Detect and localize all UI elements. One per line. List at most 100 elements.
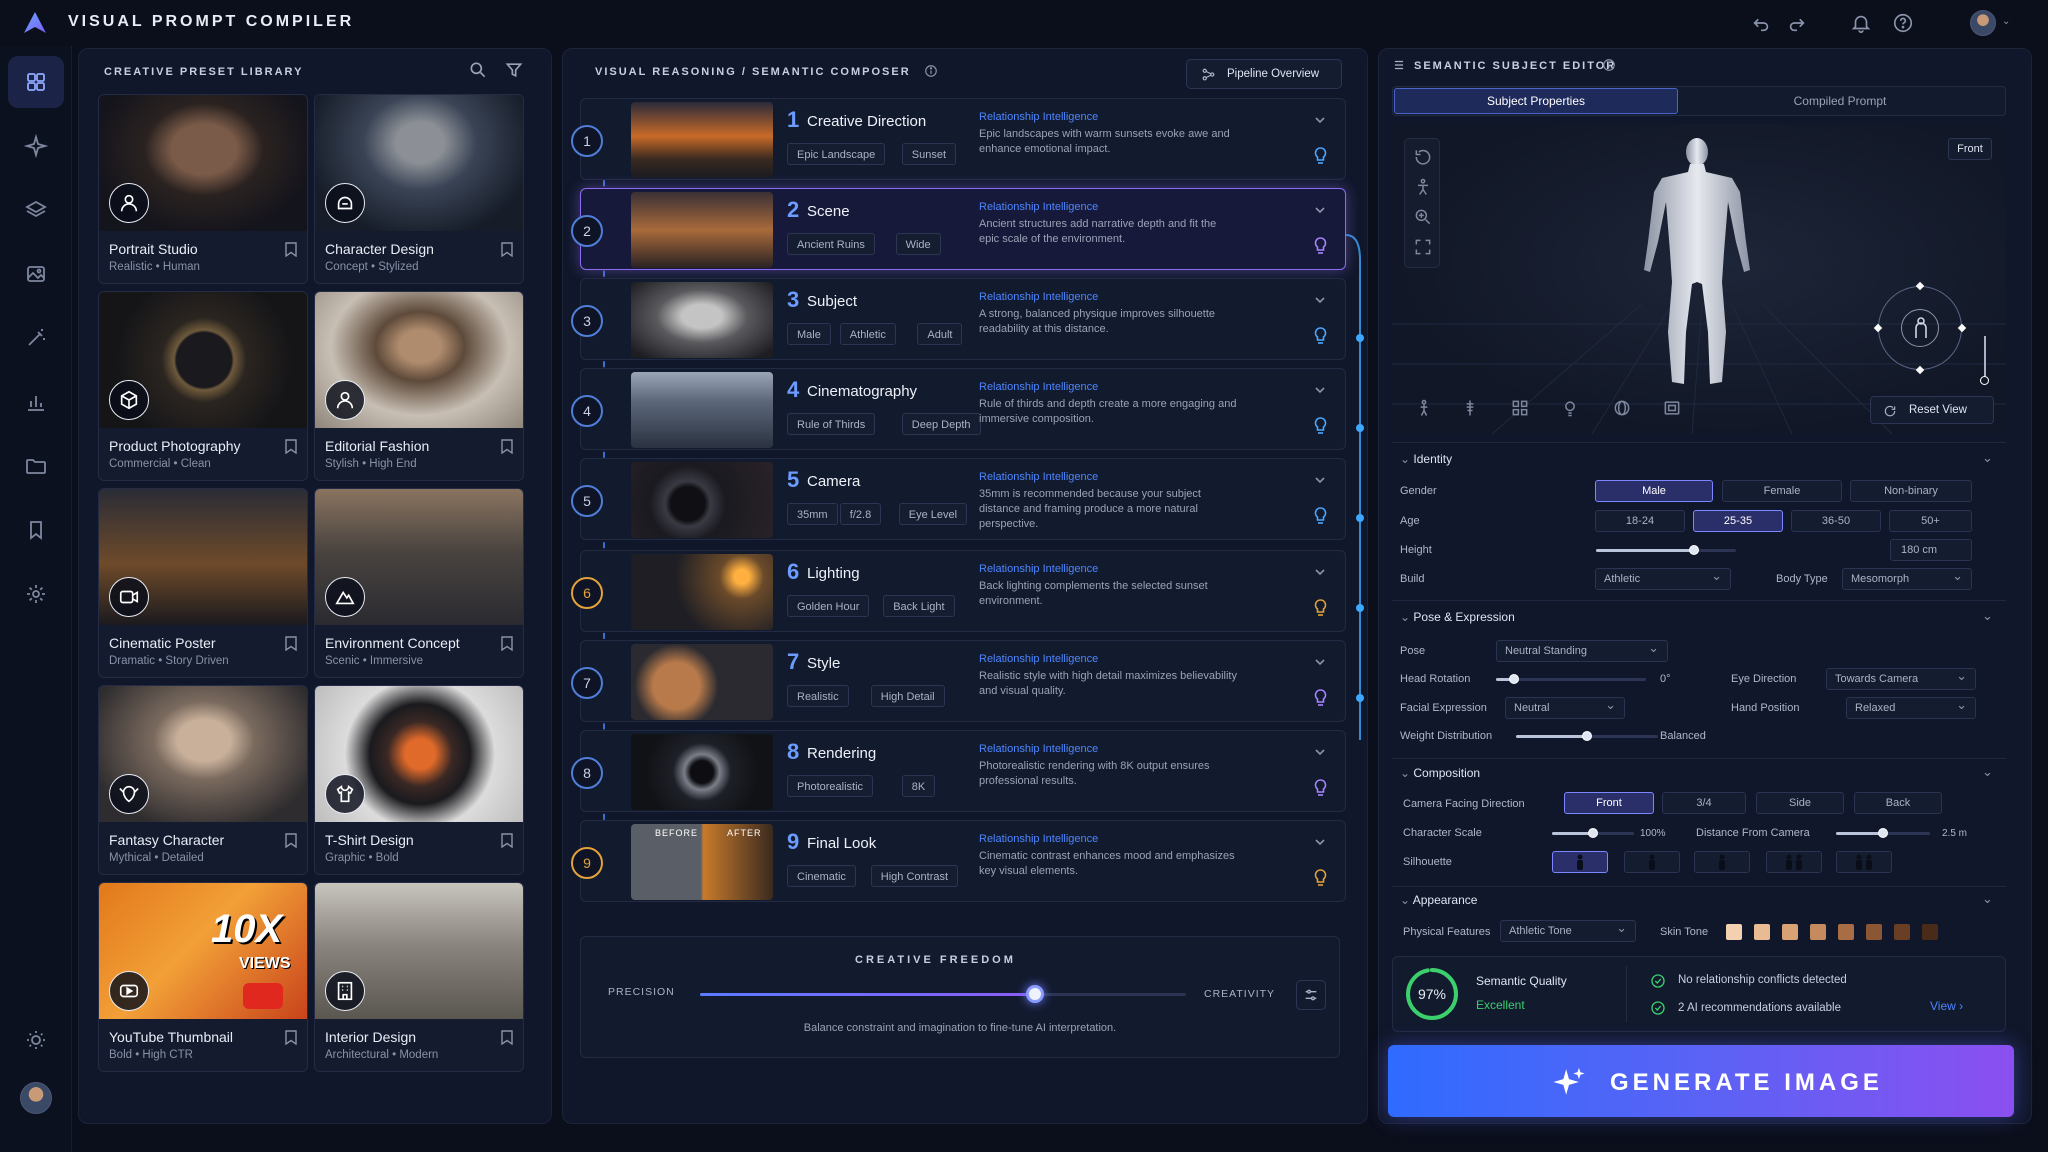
orientation-gizmo[interactable]: [1873, 281, 1967, 375]
pipeline-step[interactable]: 2 2 Scene Ancient Ruins Wide Relationship…: [571, 188, 1346, 270]
preset-card[interactable]: T-Shirt Design Graphic • Bold: [314, 685, 524, 875]
view-recommendations-link[interactable]: View ›: [1930, 999, 1963, 1013]
composition-header[interactable]: Composition: [1400, 766, 1480, 780]
step-tag[interactable]: Eye Level: [898, 503, 968, 525]
chevron-down-icon[interactable]: [1313, 655, 1327, 669]
step-tag[interactable]: 8K: [901, 775, 936, 797]
grid-icon[interactable]: [1510, 398, 1530, 418]
preset-card[interactable]: Environment Concept Scenic • Immersive: [314, 488, 524, 678]
lightbulb-icon[interactable]: [1314, 779, 1327, 797]
step-tag[interactable]: Golden Hour: [787, 595, 870, 617]
facial-expression-select[interactable]: Neutral: [1505, 695, 1625, 719]
preset-card[interactable]: Interior Design Architectural • Modern: [314, 882, 524, 1072]
pipeline-step[interactable]: 9 BEFORE AFTER 9 Final Look Cinematic Hig…: [571, 820, 1346, 902]
age-25-35-option[interactable]: 25-35: [1693, 510, 1783, 532]
undo-icon[interactable]: [1750, 12, 1772, 34]
chevron-down-icon[interactable]: ⌄: [1982, 764, 1993, 780]
skin-tone-swatch[interactable]: [1866, 924, 1882, 940]
preset-card[interactable]: Editorial Fashion Stylish • High End: [314, 291, 524, 481]
lightbulb-icon[interactable]: [1314, 417, 1327, 435]
pose-header[interactable]: Pose & Expression: [1400, 610, 1514, 624]
view-mode-badge[interactable]: Front: [1948, 138, 1992, 160]
lighting-icon[interactable]: [1560, 398, 1580, 418]
distance-knob[interactable]: [1878, 828, 1888, 838]
preset-card[interactable]: Character Design Concept • Stylized: [314, 94, 524, 284]
height-value-field[interactable]: 180 cm: [1890, 539, 1972, 561]
step-tag[interactable]: f/2.8: [839, 503, 882, 525]
pipeline-step[interactable]: 6 6 Lighting Golden Hour Back Light Relat…: [571, 550, 1346, 632]
bookmark-icon[interactable]: [285, 833, 297, 848]
bookmark-icon[interactable]: [501, 636, 513, 651]
bookmark-icon[interactable]: [285, 242, 297, 257]
lightbulb-icon[interactable]: [1314, 869, 1327, 887]
frame-icon[interactable]: [1662, 398, 1682, 418]
step-tag[interactable]: Back Light: [883, 595, 955, 617]
chevron-down-icon[interactable]: ⌄: [2002, 16, 2010, 27]
pipeline-overview-button[interactable]: Pipeline Overview: [1186, 59, 1342, 89]
step-tag[interactable]: Wide: [895, 233, 941, 255]
preset-card[interactable]: Fantasy Character Mythical • Detailed: [98, 685, 308, 875]
profile-avatar[interactable]: [20, 1082, 52, 1114]
age-50plus-option[interactable]: 50+: [1889, 510, 1972, 532]
identity-header[interactable]: Identity: [1400, 452, 1452, 466]
generate-image-button[interactable]: GENERATE IMAGE: [1388, 1045, 2014, 1117]
rotate-icon[interactable]: [1413, 147, 1433, 167]
build-select[interactable]: Athletic: [1595, 566, 1731, 590]
step-tag[interactable]: Epic Landscape: [787, 143, 886, 165]
step-tag[interactable]: Ancient Ruins: [787, 233, 875, 255]
chevron-down-icon[interactable]: [1313, 835, 1327, 849]
silhouette-option[interactable]: [1766, 851, 1822, 873]
chevron-down-icon[interactable]: [1313, 383, 1327, 397]
bookmark-icon[interactable]: [285, 636, 297, 651]
bookmark-icon[interactable]: [501, 1030, 513, 1045]
step-tag[interactable]: Adult: [917, 323, 963, 345]
chevron-down-icon[interactable]: [1313, 203, 1327, 217]
rail-theme-button[interactable]: [8, 1014, 64, 1066]
step-tag[interactable]: High Detail: [870, 685, 945, 707]
step-tag[interactable]: Deep Depth: [901, 413, 981, 435]
bookmark-icon[interactable]: [285, 1030, 297, 1045]
height-guide-handle[interactable]: [1980, 376, 1989, 385]
preset-card[interactable]: Portrait Studio Realistic • Human: [98, 94, 308, 284]
facing-side-option[interactable]: Side: [1756, 792, 1844, 814]
body-type-select[interactable]: Mesomorph: [1842, 566, 1972, 590]
chevron-down-icon[interactable]: [1313, 293, 1327, 307]
silhouette-option[interactable]: [1694, 851, 1750, 873]
skin-tone-swatch[interactable]: [1726, 924, 1742, 940]
pipeline-step[interactable]: 1 1 Creative Direction Epic Landscape Sun…: [571, 98, 1346, 180]
skin-tone-swatch[interactable]: [1922, 924, 1938, 940]
rail-layers-button[interactable]: [8, 184, 64, 236]
tab-subject-properties[interactable]: Subject Properties: [1394, 88, 1678, 114]
pose-select[interactable]: Neutral Standing: [1496, 638, 1668, 662]
zoom-in-icon[interactable]: [1413, 207, 1433, 227]
facing-front-option[interactable]: Front: [1564, 792, 1654, 814]
facing-back-option[interactable]: Back: [1854, 792, 1942, 814]
lightbulb-icon[interactable]: [1314, 599, 1327, 617]
rail-sparkle-button[interactable]: [8, 120, 64, 172]
rail-settings-button[interactable]: [8, 568, 64, 620]
chevron-down-icon[interactable]: ⌄: [1982, 891, 1993, 907]
hand-position-select[interactable]: Relaxed: [1846, 695, 1976, 719]
silhouette-option[interactable]: [1624, 851, 1680, 873]
user-avatar[interactable]: [1970, 10, 1996, 36]
character-scale-knob[interactable]: [1588, 828, 1598, 838]
pipeline-step[interactable]: 7 7 Style Realistic High Detail Relations…: [571, 640, 1346, 722]
chevron-down-icon[interactable]: [1313, 565, 1327, 579]
3d-viewport[interactable]: Front Reset View: [1392, 124, 2006, 434]
preset-card[interactable]: Cinematic Poster Dramatic • Story Driven: [98, 488, 308, 678]
appearance-header[interactable]: Appearance: [1400, 893, 1478, 907]
lightbulb-icon[interactable]: [1314, 507, 1327, 525]
age-18-24-option[interactable]: 18-24: [1595, 510, 1685, 532]
step-tag[interactable]: Sunset: [901, 143, 957, 165]
skin-tone-swatch[interactable]: [1810, 924, 1826, 940]
bookmark-icon[interactable]: [501, 242, 513, 257]
lightbulb-icon[interactable]: [1314, 689, 1327, 707]
step-tag[interactable]: Realistic: [787, 685, 849, 707]
rail-analytics-button[interactable]: [8, 376, 64, 428]
pipeline-step[interactable]: 4 4 Cinematography Rule of Thirds Deep De…: [571, 368, 1346, 450]
chevron-down-icon[interactable]: [1313, 113, 1327, 127]
search-icon[interactable]: [468, 60, 488, 80]
skin-tone-swatch[interactable]: [1754, 924, 1770, 940]
head-rotation-knob[interactable]: [1509, 674, 1519, 684]
eye-direction-select[interactable]: Towards Camera: [1826, 666, 1976, 690]
